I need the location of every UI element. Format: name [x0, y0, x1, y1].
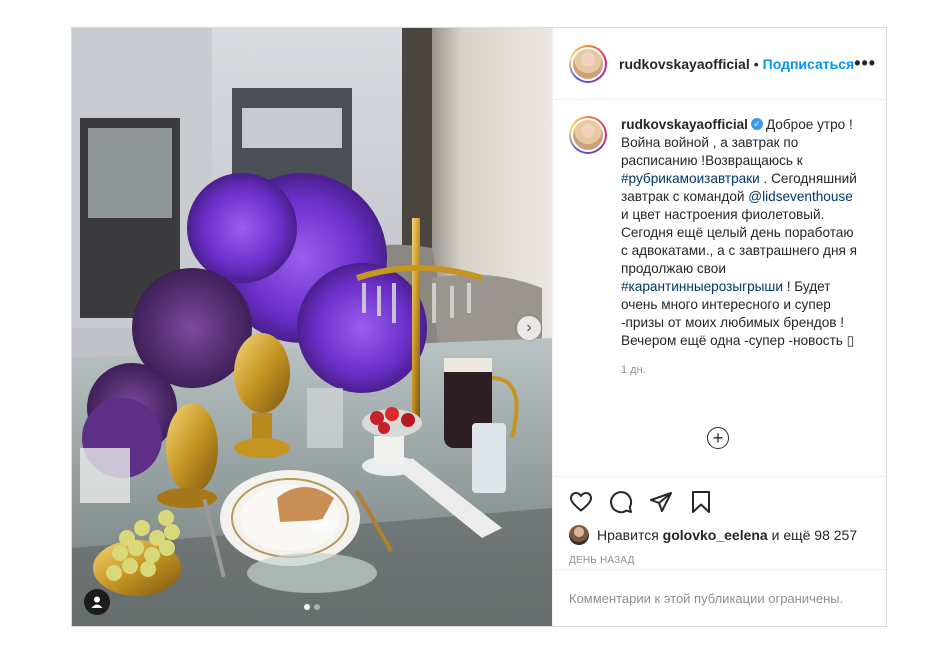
carousel-dot-active: [304, 604, 310, 610]
caption-time: 1 дн.: [621, 364, 646, 376]
author-avatar[interactable]: [569, 44, 607, 83]
heart-icon: [570, 492, 592, 512]
verified-badge-icon: ✓: [750, 118, 763, 131]
hashtag-link[interactable]: #рубрикамоизавтраки: [621, 171, 760, 186]
mention-link[interactable]: @lidseventhouse: [748, 189, 853, 204]
header-separator: •: [753, 55, 759, 72]
breakfast-table-photo: [72, 28, 552, 626]
caption-username[interactable]: rudkovskayaofficial: [621, 117, 748, 132]
post-date[interactable]: ДЕНЬ НАЗАД: [569, 555, 870, 566]
hashtag-link[interactable]: #карантинныерозыгрыши: [621, 279, 783, 294]
follow-button[interactable]: Подписаться: [763, 56, 855, 72]
likes-count[interactable]: и ещё 98 257: [772, 527, 858, 543]
caption-avatar[interactable]: [569, 116, 607, 154]
author-username[interactable]: rudkovskayaofficial: [619, 56, 750, 72]
liker-username[interactable]: golovko_eelena: [663, 527, 768, 543]
like-button[interactable]: [569, 490, 593, 514]
tagged-users-button[interactable]: [84, 589, 110, 615]
caption-emoji: ▯: [846, 333, 855, 348]
bookmark-icon: [692, 491, 710, 513]
post-photo[interactable]: ›: [72, 28, 552, 626]
liker-avatar[interactable]: [569, 525, 589, 545]
carousel-dot: [314, 604, 320, 610]
share-button[interactable]: [649, 490, 673, 514]
load-more-comments-button[interactable]: +: [707, 427, 729, 449]
comment-button[interactable]: [609, 490, 633, 514]
caption-part-3: и цвет настроения фиолетовый. Сегодня ещ…: [621, 207, 857, 276]
more-options-button[interactable]: •••: [854, 53, 876, 74]
carousel-indicator: [72, 604, 552, 610]
post-sidebar: rudkovskayaofficial • Подписаться ••• ru…: [552, 28, 886, 626]
comment-icon: [610, 491, 633, 514]
paper-plane-icon: [650, 492, 672, 512]
caption-area: rudkovskayaofficial ✓ Доброе утро ! Война …: [553, 100, 886, 476]
caption-text: rudkovskayaofficial ✓ Доброе утро ! Война …: [621, 116, 863, 350]
comments-disabled-notice: Комментарии к этой публикации ограничены…: [553, 569, 886, 626]
save-button[interactable]: [689, 490, 713, 514]
likes-summary: Нравится golovko_eelena и ещё 98 257: [569, 525, 870, 545]
post-actions: Нравится golovko_eelena и ещё 98 257 ДЕН…: [553, 476, 886, 566]
instagram-post: › rudkovskayaofficial • Подписаться •••: [71, 27, 887, 627]
likes-prefix: Нравится: [597, 527, 659, 543]
next-photo-button[interactable]: ›: [517, 316, 541, 340]
post-header: rudkovskayaofficial • Подписаться •••: [553, 28, 886, 100]
